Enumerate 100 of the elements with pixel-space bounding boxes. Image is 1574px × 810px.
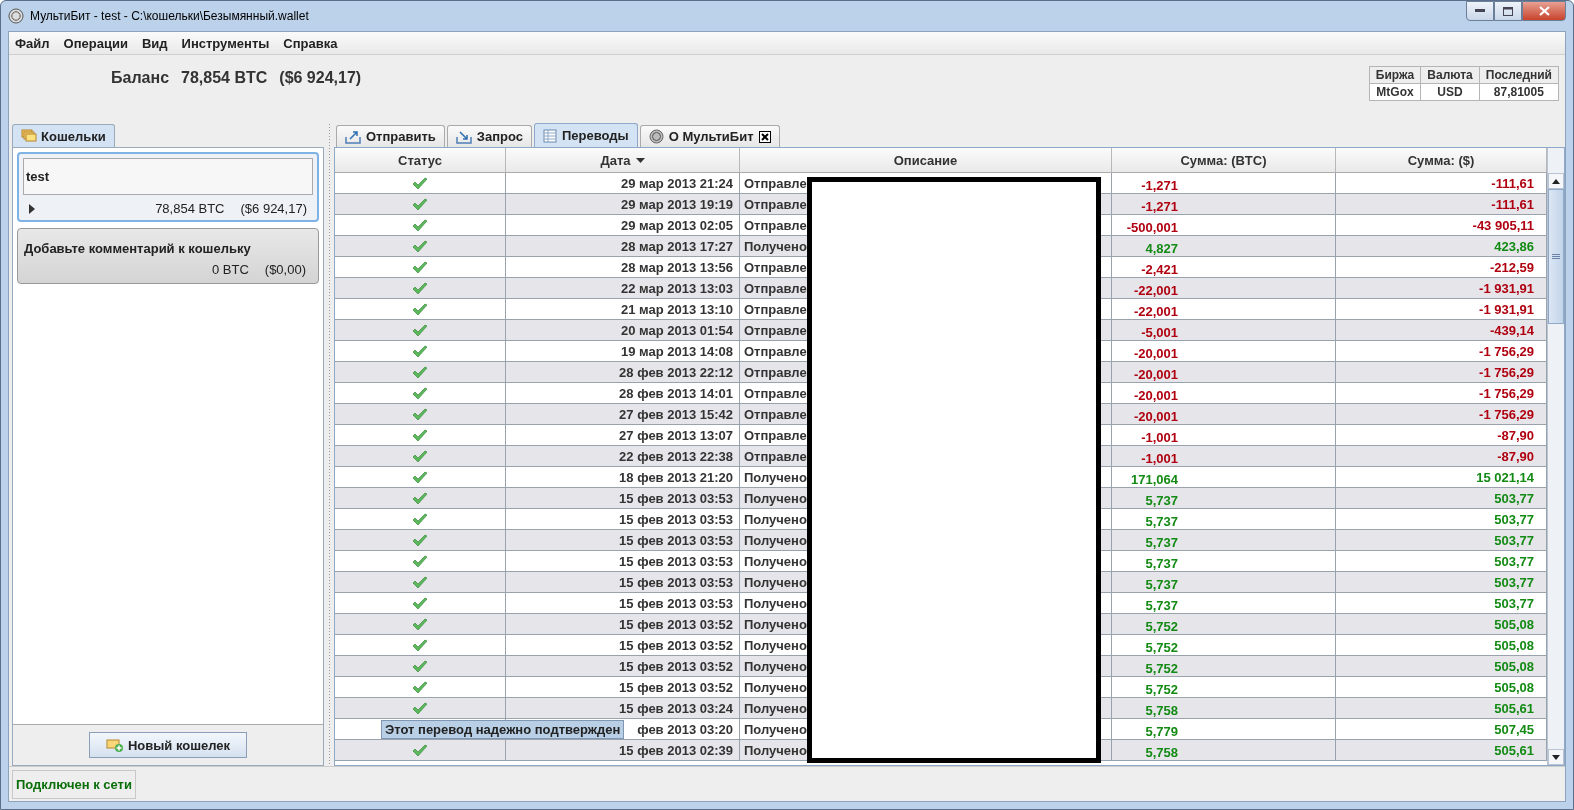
minimize-button[interactable] — [1466, 1, 1494, 21]
date-cell: 15 фев 2013 03:53 — [506, 593, 740, 613]
date-cell: 28 фев 2013 22:12 — [506, 362, 740, 382]
btc-amount-cell: 5,737 — [1112, 530, 1336, 550]
btc-amount-cell: -5,001 — [1112, 320, 1336, 340]
scroll-up-button[interactable] — [1548, 173, 1564, 189]
date-cell: 27 фев 2013 13:07 — [506, 425, 740, 445]
btc-amount-cell: -1,001 — [1112, 446, 1336, 466]
checkmark-icon — [412, 239, 428, 253]
ticker-header: Валюта — [1420, 66, 1480, 84]
close-icon — [1538, 6, 1550, 16]
checkmark-icon — [412, 323, 428, 337]
date-cell: 28 мар 2013 17:27 — [506, 236, 740, 256]
ticker-header: Последний — [1479, 66, 1559, 84]
wallet-card[interactable]: test 78,854 BTC ($6 924,17) — [17, 152, 319, 222]
btc-amount-cell: -1,271 — [1112, 173, 1336, 193]
checkmark-icon — [412, 638, 428, 652]
tab[interactable]: О МультиБит — [639, 125, 780, 147]
wallet-btc: 78,854 BTC — [155, 201, 225, 216]
send-icon — [345, 129, 361, 144]
checkmark-icon — [412, 470, 428, 484]
btc-amount-cell: 5,779 — [1112, 719, 1336, 739]
tab[interactable]: Запрос — [446, 125, 532, 147]
btc-amount-cell: 5,737 — [1112, 572, 1336, 592]
menu-item[interactable]: Операции — [63, 35, 128, 51]
balance-btc: 78,854 BTC — [181, 69, 268, 88]
checkmark-icon — [412, 302, 428, 316]
date-cell: 21 мар 2013 13:10 — [506, 299, 740, 319]
column-header[interactable]: Дата — [506, 148, 740, 173]
scrollbar-thumb[interactable] — [1548, 189, 1564, 324]
btc-amount-cell: -2,421 — [1112, 257, 1336, 277]
menu-item[interactable]: Инструменты — [181, 35, 270, 51]
wallets-tab[interactable]: Кошельки — [12, 124, 115, 147]
checkmark-icon — [412, 491, 428, 505]
btc-amount-cell: -20,001 — [1112, 383, 1336, 403]
add-wallet-icon — [105, 738, 124, 752]
btc-amount-cell: 5,758 — [1112, 740, 1336, 760]
table-icon — [543, 128, 557, 143]
btc-amount-cell: 5,737 — [1112, 509, 1336, 529]
tab[interactable]: Отправить — [336, 125, 445, 147]
date-cell: 15 фев 2013 03:24 — [506, 698, 740, 718]
menu-item[interactable]: Справка — [283, 35, 338, 51]
date-cell: 29 мар 2013 02:05 — [506, 215, 740, 235]
tooltip: Этот перевод надежно подтвержден — [381, 720, 625, 739]
scroll-down-button[interactable] — [1548, 749, 1564, 765]
checkmark-icon — [412, 512, 428, 526]
column-header[interactable]: Статус — [335, 148, 506, 173]
date-cell: 15 фев 2013 03:53 — [506, 530, 740, 550]
checkmark-icon — [412, 743, 428, 757]
checkmark-icon — [412, 680, 428, 694]
maximize-icon — [1503, 6, 1513, 16]
btc-amount-cell: 5,752 — [1112, 656, 1336, 676]
coin-icon — [648, 129, 664, 144]
date-cell: 28 фев 2013 14:01 — [506, 383, 740, 403]
up-arrow-icon — [1552, 178, 1560, 184]
btc-amount-cell: 171,064 — [1112, 467, 1336, 487]
new-wallet-button[interactable]: Новый кошелек — [88, 732, 248, 758]
date-cell: 15 фев 2013 03:53 — [506, 509, 740, 529]
btc-amount-cell: -500,001 — [1112, 215, 1336, 235]
wallet-usd: ($6 924,17) — [240, 201, 307, 216]
checkmark-icon — [412, 701, 428, 715]
btc-amount-cell: -20,001 — [1112, 404, 1336, 424]
column-header[interactable]: Описание — [740, 148, 1112, 173]
btc-amount-cell: -1,271 — [1112, 194, 1336, 214]
date-cell: 15 фев 2013 03:53 — [506, 551, 740, 571]
minimize-icon — [1475, 9, 1485, 13]
checkmark-icon — [412, 218, 428, 232]
checkmark-icon — [412, 617, 428, 631]
btc-amount-cell: 5,752 — [1112, 614, 1336, 634]
checkmark-icon — [412, 659, 428, 673]
column-header[interactable]: Сумма: ($) — [1336, 148, 1547, 173]
btc-amount-cell: -22,001 — [1112, 299, 1336, 319]
date-cell: 15 фев 2013 03:52 — [506, 635, 740, 655]
close-button[interactable] — [1522, 1, 1566, 21]
maximize-button[interactable] — [1494, 1, 1522, 21]
down-arrow-icon — [1552, 754, 1560, 760]
checkmark-icon — [412, 575, 428, 589]
date-cell: 15 фев 2013 03:52 — [506, 656, 740, 676]
btc-amount-cell: 5,758 — [1112, 698, 1336, 718]
date-cell: 18 фев 2013 21:20 — [506, 467, 740, 487]
btc-amount-cell: -22,001 — [1112, 278, 1336, 298]
tab[interactable]: Переводы — [534, 123, 638, 147]
checkmark-icon — [412, 260, 428, 274]
date-cell: 15 фев 2013 03:52 — [506, 614, 740, 634]
btc-amount-cell: -20,001 — [1112, 362, 1336, 382]
column-header[interactable]: Сумма: (BTC) — [1112, 148, 1336, 173]
menu-item[interactable]: Вид — [141, 35, 168, 51]
checkmark-icon — [412, 344, 428, 358]
btc-amount-cell: 5,737 — [1112, 488, 1336, 508]
checkmark-icon — [412, 176, 428, 190]
close-tab-icon[interactable] — [758, 130, 771, 143]
balance-label: Баланс — [111, 69, 170, 88]
wallets-icon — [21, 129, 37, 143]
menu-item[interactable]: Файл — [15, 35, 50, 51]
btc-amount-cell: 5,737 — [1112, 593, 1336, 613]
wallet-card[interactable]: Добавьте комментарий к кошельку 0 BTC ($0,00) — [17, 228, 319, 284]
expand-icon[interactable] — [29, 203, 35, 214]
checkmark-icon — [412, 386, 428, 400]
btc-amount-cell: 5,737 — [1112, 551, 1336, 571]
checkmark-icon — [412, 533, 428, 547]
